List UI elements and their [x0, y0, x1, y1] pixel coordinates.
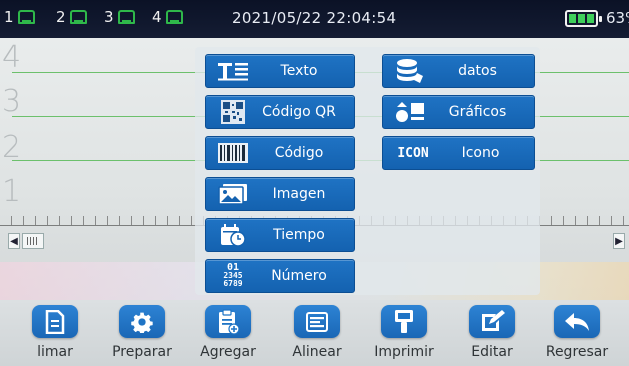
row-number: 4 — [2, 40, 22, 75]
menu-item-label: Imagen — [272, 186, 326, 202]
align-left-icon — [294, 305, 340, 338]
toolbar-label: Regresar — [545, 344, 609, 360]
graphics-icon — [393, 99, 427, 125]
document-icon — [32, 305, 78, 338]
printer-number: 4 — [152, 8, 162, 26]
icon-icon: ICON — [397, 145, 429, 161]
printhead-icon — [17, 10, 35, 24]
menu-number-button[interactable]: 01 2345 6789 Número — [205, 259, 355, 293]
menu-graphics-button[interactable]: Gráficos — [382, 95, 535, 129]
scroll-left-arrow-icon[interactable]: ◀ — [8, 233, 20, 249]
printer-4-status: 4 — [152, 8, 183, 26]
printer-number: 3 — [104, 8, 114, 26]
toolbar-label: Preparar — [112, 344, 172, 360]
database-icon — [393, 58, 427, 84]
menu-item-label: Código QR — [262, 104, 336, 120]
scrollbar-thumb[interactable] — [22, 233, 44, 249]
menu-item-label: datos — [458, 63, 497, 79]
printer-1-status: 1 — [4, 8, 35, 26]
status-bar: 1 2 3 4 2021/05/22 22:04:54 63% — [0, 0, 629, 38]
toolbar-label: Alinear — [292, 344, 342, 360]
return-arrow-icon — [554, 305, 600, 338]
printhead-icon — [117, 10, 135, 24]
menu-item-label: Tiempo — [273, 227, 325, 243]
edit-button[interactable]: Editar — [452, 305, 532, 360]
qr-code-icon — [216, 99, 250, 125]
edit-icon — [469, 305, 515, 338]
clear-button[interactable]: limar — [15, 305, 95, 360]
menu-item-label: Número — [271, 268, 327, 284]
row-number: 3 — [2, 84, 22, 119]
printer-3-status: 3 — [104, 8, 135, 26]
number-icon-line: 6789 — [223, 279, 243, 288]
gear-icon — [119, 305, 165, 338]
menu-item-label: Gráficos — [448, 104, 507, 120]
printhead-icon — [165, 10, 183, 24]
battery-percent: 63% — [606, 9, 629, 27]
row-number: 1 — [2, 174, 22, 209]
toolbar-label: Agregar — [200, 344, 256, 360]
menu-image-button[interactable]: Imagen — [205, 177, 355, 211]
printer-number: 2 — [56, 8, 66, 26]
add-button[interactable]: Agregar — [188, 305, 268, 360]
menu-item-label: Código — [274, 145, 324, 161]
number-icon: 01 2345 6789 — [216, 263, 250, 289]
calendar-clock-icon — [216, 222, 250, 248]
image-icon — [216, 181, 250, 207]
menu-data-button[interactable]: datos — [382, 54, 535, 88]
printer-2-status: 2 — [56, 8, 87, 26]
clipboard-add-icon — [205, 305, 251, 338]
menu-icon-button[interactable]: ICON Icono — [382, 136, 535, 170]
toolbar-label: limar — [37, 344, 73, 360]
align-button[interactable]: Alinear — [277, 305, 357, 360]
printer-number: 1 — [4, 8, 14, 26]
menu-text-button[interactable]: Texto — [205, 54, 355, 88]
datetime-display: 2021/05/22 22:04:54 — [232, 9, 397, 27]
toolbar-label: Imprimir — [374, 344, 434, 360]
menu-time-button[interactable]: Tiempo — [205, 218, 355, 252]
back-button[interactable]: Regresar — [537, 305, 617, 360]
menu-qr-code-button[interactable]: Código QR — [205, 95, 355, 129]
setup-button[interactable]: Preparar — [102, 305, 182, 360]
battery-icon — [565, 10, 602, 27]
text-icon — [216, 58, 250, 84]
printhead-icon — [69, 10, 87, 24]
scroll-right-arrow-icon[interactable]: ▶ — [613, 233, 625, 249]
print-handle-icon — [381, 305, 427, 338]
menu-item-label: Texto — [280, 63, 318, 79]
toolbar-label: Editar — [471, 344, 513, 360]
print-button[interactable]: Imprimir — [364, 305, 444, 360]
insert-element-menu: Texto datos Código QR Gráficos Código IC… — [195, 47, 540, 295]
menu-barcode-button[interactable]: Código — [205, 136, 355, 170]
bottom-toolbar: limar Preparar Agregar Alinear Imprimir … — [0, 300, 629, 366]
barcode-icon — [216, 140, 250, 166]
menu-item-label: Icono — [461, 145, 500, 161]
